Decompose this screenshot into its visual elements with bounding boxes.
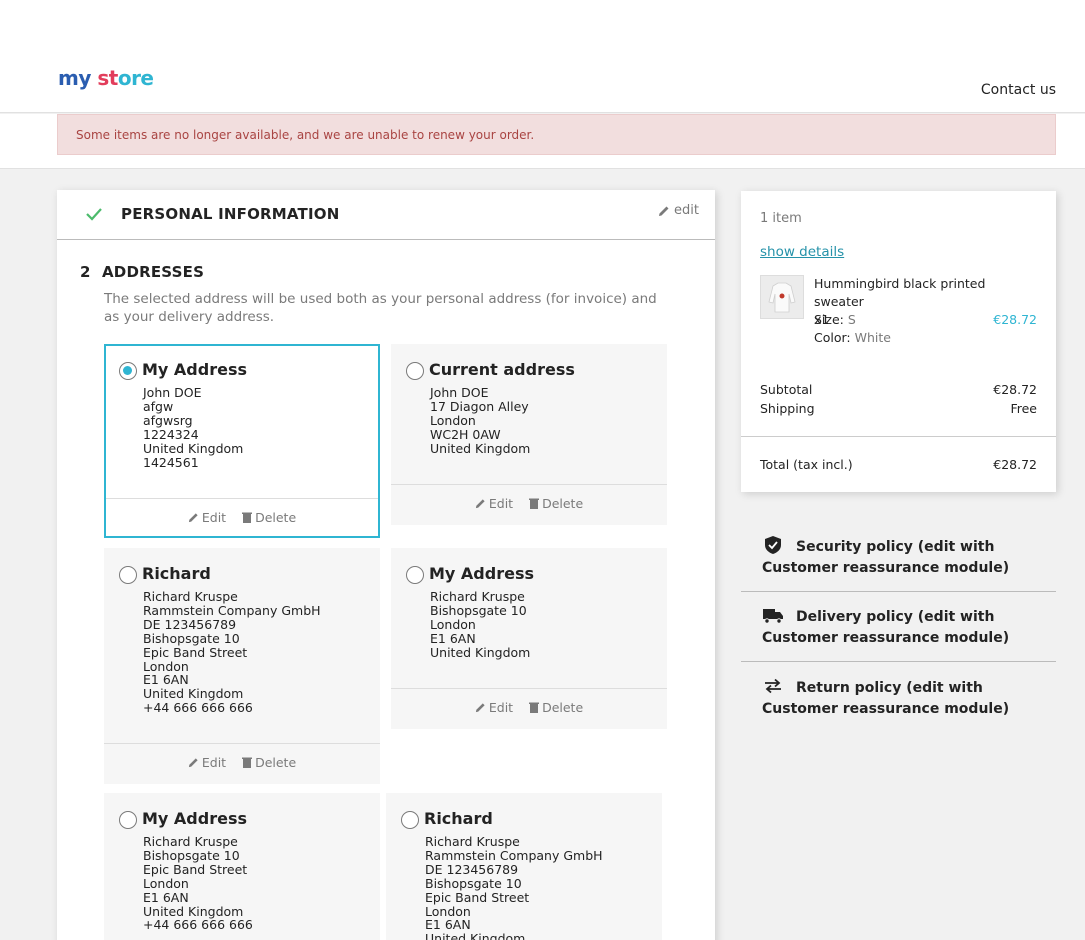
address-actions: Edit Delete xyxy=(104,755,380,771)
edit-address-button[interactable]: Edit xyxy=(475,700,513,715)
address-radio[interactable] xyxy=(406,566,424,584)
check-icon xyxy=(86,208,102,221)
address-actions: Edit Delete xyxy=(391,496,667,512)
step-title-personal: PERSONAL INFORMATION xyxy=(121,205,340,223)
truck-icon xyxy=(763,609,783,624)
pencil-icon xyxy=(475,703,485,713)
unavailable-items-alert: Some items are no longer available, and … xyxy=(57,114,1056,155)
product-thumbnail[interactable] xyxy=(760,275,804,319)
reassurance-security: Security policy (edit with Customer reas… xyxy=(741,536,1056,579)
address-alias: Richard xyxy=(424,809,493,828)
pencil-icon xyxy=(475,499,485,509)
sweater-image-icon xyxy=(761,276,803,318)
address-card[interactable]: My Address Richard Kruspe Bishopsgate 10… xyxy=(391,548,667,729)
product-price: €28.72 xyxy=(993,312,1037,327)
address-radio[interactable] xyxy=(406,362,424,380)
reassurance-return: Return policy (edit with Customer reassu… xyxy=(741,677,1056,720)
address-radio[interactable] xyxy=(119,362,137,380)
reassurance-divider xyxy=(741,591,1056,592)
address-lines: John DOE 17 Diagon Alley London WC2H 0AW… xyxy=(430,385,531,456)
total-row: Total (tax incl.) €28.72 xyxy=(760,457,1037,472)
address-radio[interactable] xyxy=(401,811,419,829)
trash-icon xyxy=(242,512,253,523)
trash-icon xyxy=(529,498,540,509)
address-card[interactable]: My Address Richard Kruspe Bishopsgate 10… xyxy=(104,793,380,940)
addresses-description: The selected address will be used both a… xyxy=(104,291,657,325)
address-card[interactable]: Current address John DOE 17 Diagon Alley… xyxy=(391,344,667,525)
step-title-addresses: ADDRESSES xyxy=(102,263,205,281)
subtotal-row: Subtotal €28.72 xyxy=(760,382,1037,397)
contact-us-link[interactable]: Contact us xyxy=(981,82,1056,98)
shield-check-icon xyxy=(765,536,781,554)
card-divider xyxy=(106,498,378,499)
step-personal-information: PERSONAL INFORMATION edit xyxy=(57,190,715,240)
address-radio[interactable] xyxy=(119,566,137,584)
trash-icon xyxy=(529,702,540,713)
store-logo[interactable]: my store xyxy=(58,66,154,90)
product-color: Color: White xyxy=(814,330,891,345)
address-lines: Richard Kruspe Rammstein Company GmbH DE… xyxy=(425,834,603,940)
summary-divider xyxy=(741,436,1056,437)
cart-summary: 1 item show details Hummingbird black pr… xyxy=(741,191,1056,492)
address-actions: Edit Delete xyxy=(106,510,378,526)
edit-address-button[interactable]: Edit xyxy=(188,510,226,525)
item-count: 1 item xyxy=(760,211,802,226)
pencil-icon xyxy=(659,206,669,216)
step-number: 2 xyxy=(80,263,91,281)
address-lines: Richard Kruspe Bishopsgate 10 Epic Band … xyxy=(143,834,253,933)
trash-icon xyxy=(242,757,253,768)
delete-address-button[interactable]: Delete xyxy=(529,496,583,511)
site-header: my store Contact us xyxy=(0,0,1085,113)
edit-label: edit xyxy=(674,203,699,218)
delete-address-button[interactable]: Delete xyxy=(242,510,296,525)
card-divider xyxy=(104,743,380,744)
address-lines: John DOE afgw afgwsrg 1224324 United Kin… xyxy=(143,385,244,470)
address-alias: My Address xyxy=(142,809,247,828)
card-divider xyxy=(391,484,667,485)
address-alias: My Address xyxy=(142,360,247,379)
checkout-steps: PERSONAL INFORMATION edit 2 ADDRESSES Th… xyxy=(57,190,715,940)
address-alias: Richard xyxy=(142,564,211,583)
address-card[interactable]: Richard Richard Kruspe Rammstein Company… xyxy=(386,793,662,940)
address-lines: Richard Kruspe Bishopsgate 10 London E1 … xyxy=(430,589,531,660)
card-divider xyxy=(391,688,667,689)
address-actions: Edit Delete xyxy=(391,700,667,716)
reassurance-divider xyxy=(741,661,1056,662)
address-alias: My Address xyxy=(429,564,534,583)
delete-address-button[interactable]: Delete xyxy=(529,700,583,715)
shipping-row: Shipping Free xyxy=(760,401,1037,416)
reassurance-delivery: Delivery policy (edit with Customer reas… xyxy=(741,606,1056,649)
product-size: Size: S xyxy=(814,312,856,327)
edit-address-button[interactable]: Edit xyxy=(475,496,513,511)
delete-address-button[interactable]: Delete xyxy=(242,755,296,770)
address-radio[interactable] xyxy=(119,811,137,829)
edit-personal-link[interactable]: edit xyxy=(658,203,699,218)
address-card[interactable]: Richard Richard Kruspe Rammstein Company… xyxy=(104,548,380,784)
pencil-icon xyxy=(188,513,198,523)
edit-address-button[interactable]: Edit xyxy=(188,755,226,770)
address-lines: Richard Kruspe Rammstein Company GmbH DE… xyxy=(143,589,321,716)
address-alias: Current address xyxy=(429,360,575,379)
address-card[interactable]: My Address John DOE afgw afgwsrg 1224324… xyxy=(104,344,380,538)
show-details-link[interactable]: show details xyxy=(760,244,844,260)
pencil-icon xyxy=(188,758,198,768)
swap-arrows-icon xyxy=(765,678,781,694)
